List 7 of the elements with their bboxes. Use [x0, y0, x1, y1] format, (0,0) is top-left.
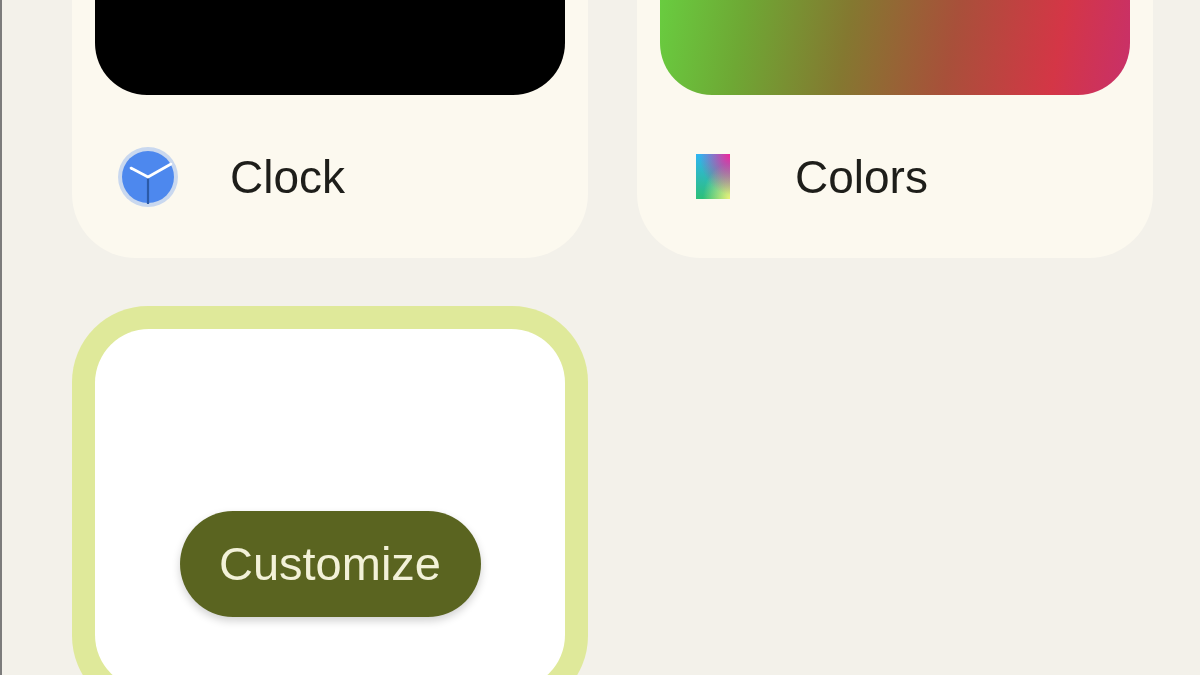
option-card[interactable]: Clock [72, 0, 588, 258]
option-label: Colors [795, 153, 928, 200]
customize-button[interactable]: Customize [179, 511, 481, 617]
option-card[interactable]: Colors [637, 0, 1153, 258]
option-card[interactable]: Customize [72, 306, 588, 675]
option-label: Clock [230, 153, 346, 200]
clock-icon [118, 146, 178, 207]
